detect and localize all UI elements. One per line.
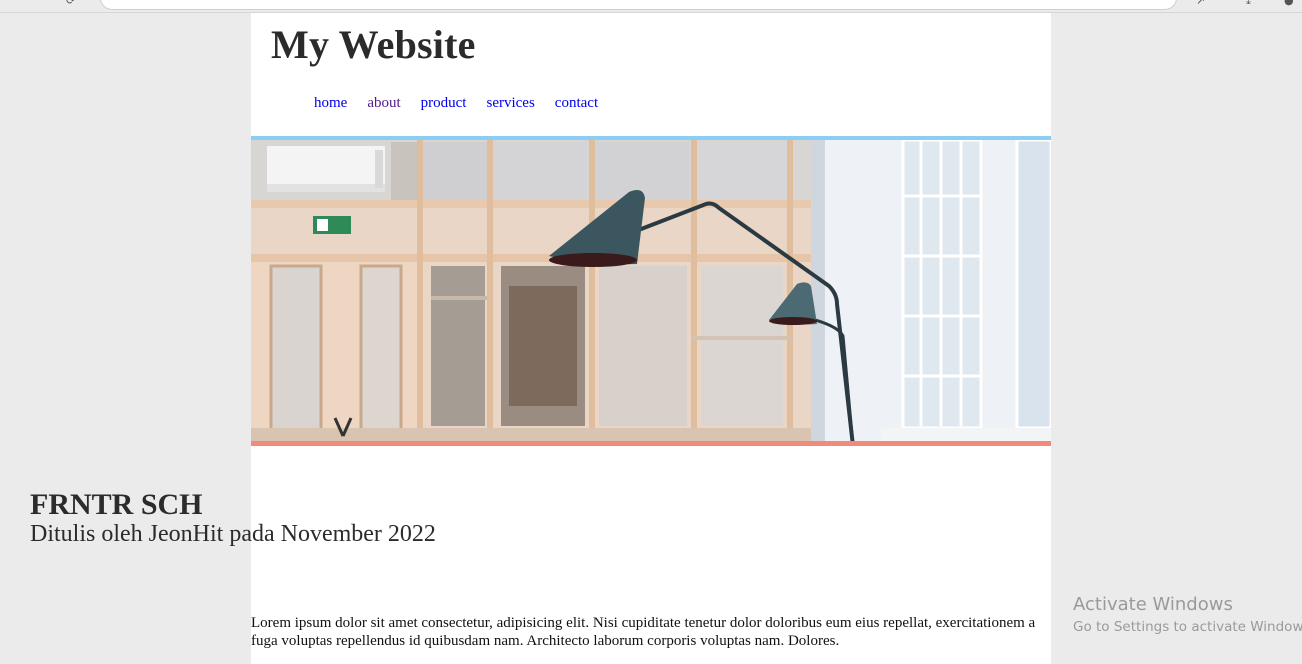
activation-title: Activate Windows xyxy=(1073,594,1233,615)
nav-link-product[interactable]: product xyxy=(421,95,467,112)
nav-link-contact[interactable]: contact xyxy=(555,95,598,112)
profile-icon[interactable]: ● xyxy=(1284,0,1294,7)
post-body: Lorem ipsum dolor sit amet consectetur, … xyxy=(251,615,1036,649)
hero-top-border xyxy=(251,136,1051,140)
address-bar[interactable] xyxy=(100,0,1177,10)
page-container: My Website home about product services c… xyxy=(251,13,1051,664)
post-title: FRNTR SCH xyxy=(30,488,203,521)
hero-bottom-border xyxy=(251,441,1051,446)
post-byline: Ditulis oleh JeonHit pada November 2022 xyxy=(30,521,436,547)
nav-link-home[interactable]: home xyxy=(314,95,347,112)
nav-link-about[interactable]: about xyxy=(367,95,400,112)
download-icon[interactable]: ⤓ xyxy=(1246,0,1251,8)
extension-icon[interactable]: ↗ xyxy=(1196,0,1205,7)
windows-activation-watermark: Activate Windows Go to Settings to activ… xyxy=(1073,594,1302,635)
interior-lamp-illustration xyxy=(251,136,1051,446)
activation-subtitle: Go to Settings to activate Windows. xyxy=(1073,619,1302,635)
reload-icon[interactable]: ⟳ xyxy=(66,0,75,7)
main-nav: home about product services contact xyxy=(314,95,618,112)
browser-toolbar: ⟳ ↗ ⤓ ● xyxy=(0,0,1302,13)
hero-image xyxy=(251,136,1051,446)
site-title: My Website xyxy=(271,22,476,67)
nav-link-services[interactable]: services xyxy=(486,95,534,112)
